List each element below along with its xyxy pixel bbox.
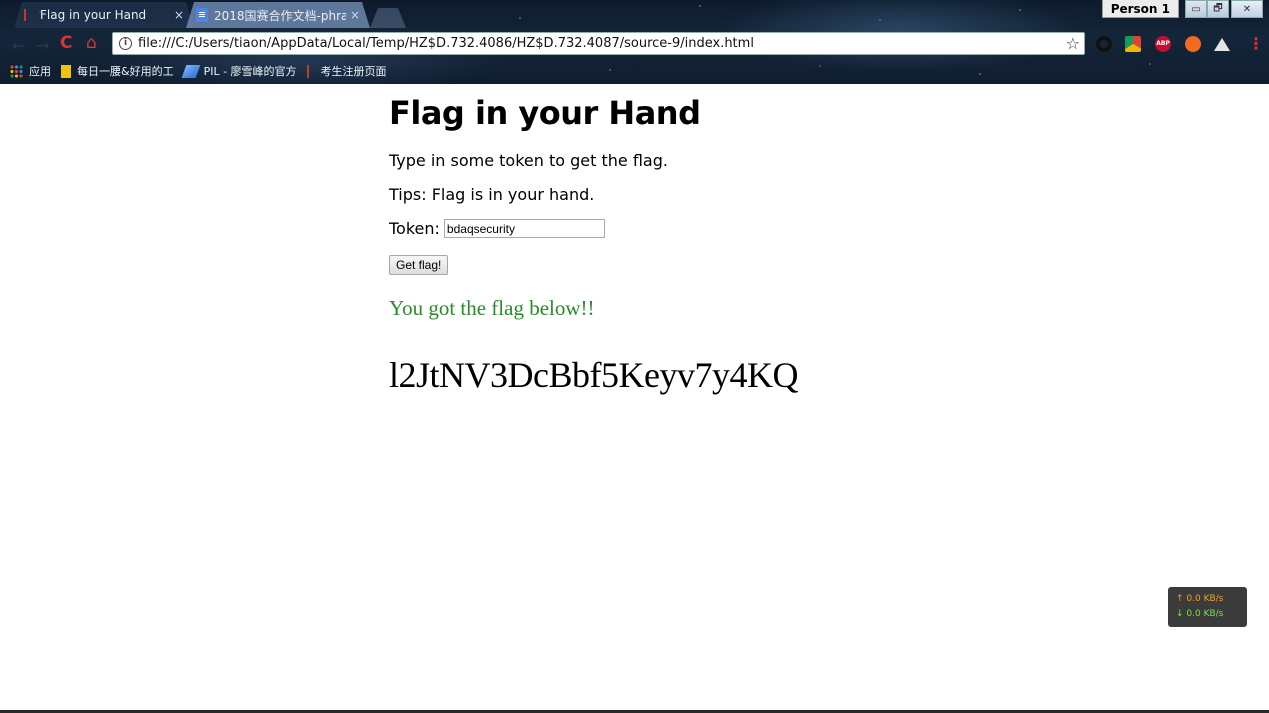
orange-extension-icon[interactable] bbox=[1185, 36, 1201, 52]
get-flag-button[interactable]: Get flag! bbox=[389, 255, 449, 275]
browser-chrome: Flag in your Hand × 2018国赛合作文档-phra × Pe… bbox=[0, 0, 1269, 84]
minimize-button[interactable]: ▭ bbox=[1185, 0, 1207, 18]
folder-icon bbox=[61, 64, 71, 78]
download-speed: ↓ 0.0 KB/s bbox=[1176, 609, 1224, 619]
intro-text: Type in some token to get the flag. bbox=[389, 151, 668, 170]
tab-close-icon[interactable]: × bbox=[350, 8, 360, 22]
tab-label: 2018国赛合作文档-phra bbox=[214, 8, 346, 23]
bookmark-label: 应用 bbox=[29, 65, 51, 78]
bookmark-label: 考生注册页面 bbox=[320, 65, 387, 78]
bookmark-pil[interactable]: PIL - 廖雪峰的官方 bbox=[181, 63, 297, 79]
opera-icon[interactable] bbox=[1096, 36, 1112, 52]
url-text[interactable]: file:///C:/Users/tiaon/AppData/Local/Tem… bbox=[138, 36, 754, 51]
result-message: You got the flag below!! bbox=[389, 296, 595, 320]
page-title: Flag in your Hand bbox=[389, 94, 701, 132]
home-icon[interactable]: ⌂ bbox=[86, 33, 97, 53]
upload-speed: ↑ 0.0 KB/s bbox=[1176, 594, 1224, 604]
back-arrow-icon[interactable]: ← bbox=[12, 36, 25, 55]
bookmark-label: 每日一腰&好用的工 bbox=[77, 65, 174, 78]
tips-text: Tips: Flag is in your hand. bbox=[389, 185, 595, 204]
profile-button[interactable]: Person 1 bbox=[1101, 0, 1179, 18]
chrome-icon[interactable] bbox=[1125, 36, 1141, 52]
tab-close-icon[interactable]: × bbox=[174, 8, 184, 22]
info-icon[interactable]: i bbox=[119, 37, 132, 50]
close-window-button[interactable]: ✕ bbox=[1231, 0, 1263, 18]
tab-flag-in-your-hand[interactable]: Flag in your Hand × bbox=[14, 2, 194, 28]
adblock-icon[interactable]: ABP bbox=[1155, 36, 1171, 52]
token-row: Token: bbox=[389, 219, 605, 238]
network-speed-widget[interactable]: ↑ 0.0 KB/s ↓ 0.0 KB/s bbox=[1168, 587, 1247, 627]
drive-icon[interactable] bbox=[1214, 36, 1230, 52]
rocket-icon bbox=[181, 64, 200, 78]
bookmark-exam-registration[interactable]: 考生注册页面 bbox=[306, 63, 387, 79]
flag-value: l2JtNV3DcBbf5Keyv7y4KQ bbox=[389, 355, 798, 395]
token-label: Token: bbox=[389, 219, 440, 238]
forward-arrow-icon[interactable]: → bbox=[36, 36, 49, 55]
reload-icon[interactable]: C bbox=[60, 33, 72, 53]
token-input[interactable] bbox=[443, 219, 605, 238]
new-tab-button[interactable] bbox=[370, 8, 406, 28]
maximize-button[interactable]: 🗗 bbox=[1207, 0, 1229, 18]
tab-google-doc[interactable]: 2018国赛合作文档-phra × bbox=[186, 2, 370, 28]
page-icon bbox=[306, 64, 315, 78]
page-favicon-icon bbox=[24, 9, 34, 21]
apps-grid-icon bbox=[10, 64, 23, 78]
google-docs-icon bbox=[196, 8, 208, 22]
bookmark-apps[interactable]: 应用 bbox=[10, 63, 51, 79]
tab-label: Flag in your Hand bbox=[40, 8, 147, 22]
bookmark-label: PIL - 廖雪峰的官方 bbox=[203, 65, 297, 78]
bookmark-star-icon[interactable]: ☆ bbox=[1066, 34, 1080, 53]
bookmarks-bar: 应用 每日一腰&好用的工 PIL - 廖雪峰的官方 考生注册页面 bbox=[0, 60, 1269, 82]
bookmark-daily-tools[interactable]: 每日一腰&好用的工 bbox=[61, 63, 174, 79]
address-bar[interactable]: i file:///C:/Users/tiaon/AppData/Local/T… bbox=[112, 32, 1085, 55]
menu-icon[interactable]: ⋮ bbox=[1248, 34, 1264, 53]
